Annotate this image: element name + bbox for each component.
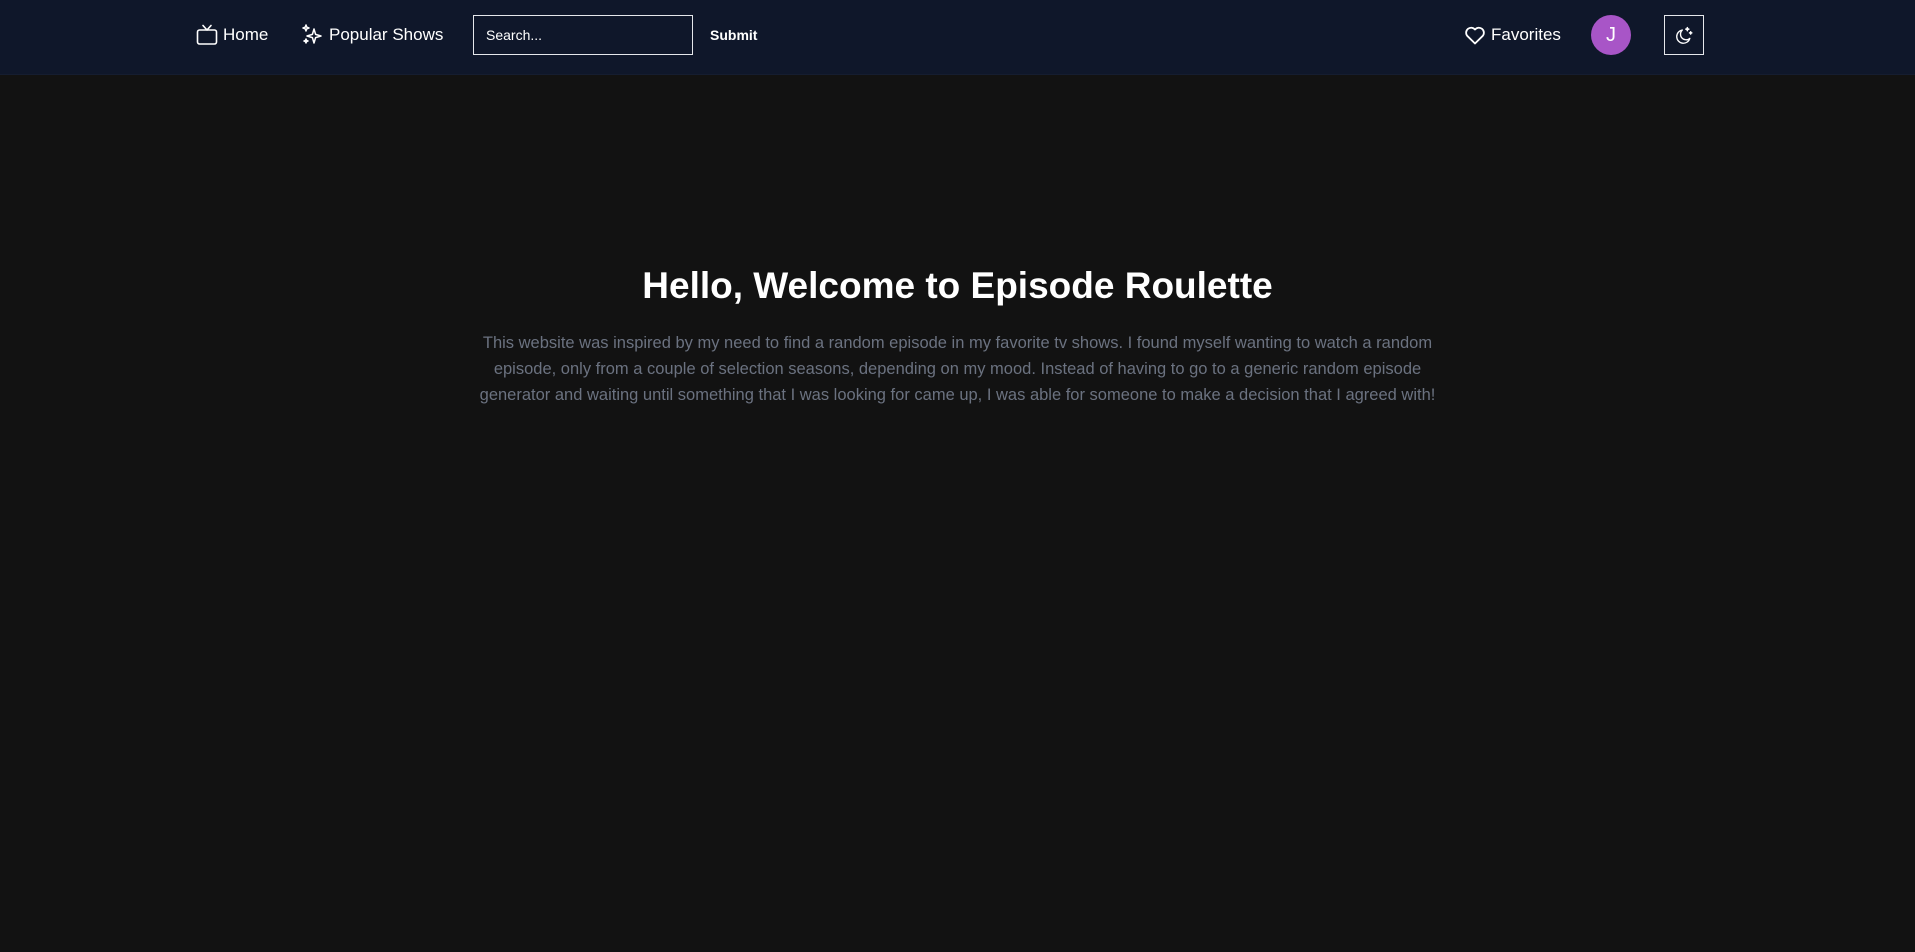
page-title: Hello, Welcome to Episode Roulette	[642, 265, 1273, 306]
moon-stars-icon	[1674, 25, 1694, 45]
tv-icon	[195, 23, 219, 47]
nav-popular-shows-link[interactable]: Popular Shows	[301, 20, 443, 50]
navbar: Home Popular Shows Submit Favorites J	[0, 0, 1915, 75]
sparkles-icon	[301, 23, 325, 47]
hero-description: This website was inspired by my need to …	[479, 334, 1436, 404]
avatar-initial: J	[1606, 23, 1616, 46]
hero-section: Hello, Welcome to Episode Roulette This …	[0, 262, 1915, 408]
heart-icon	[1463, 23, 1487, 47]
nav-home-link[interactable]: Home	[195, 20, 268, 50]
theme-toggle-button[interactable]	[1664, 15, 1704, 55]
nav-home-label: Home	[223, 25, 269, 44]
nav-favorites-label: Favorites	[1491, 25, 1561, 44]
nav-favorites-link[interactable]: Favorites	[1463, 20, 1561, 50]
submit-button[interactable]: Submit	[700, 20, 767, 50]
search-input[interactable]	[473, 15, 693, 55]
nav-popular-shows-label: Popular Shows	[329, 25, 444, 44]
user-avatar[interactable]: J	[1591, 15, 1631, 55]
